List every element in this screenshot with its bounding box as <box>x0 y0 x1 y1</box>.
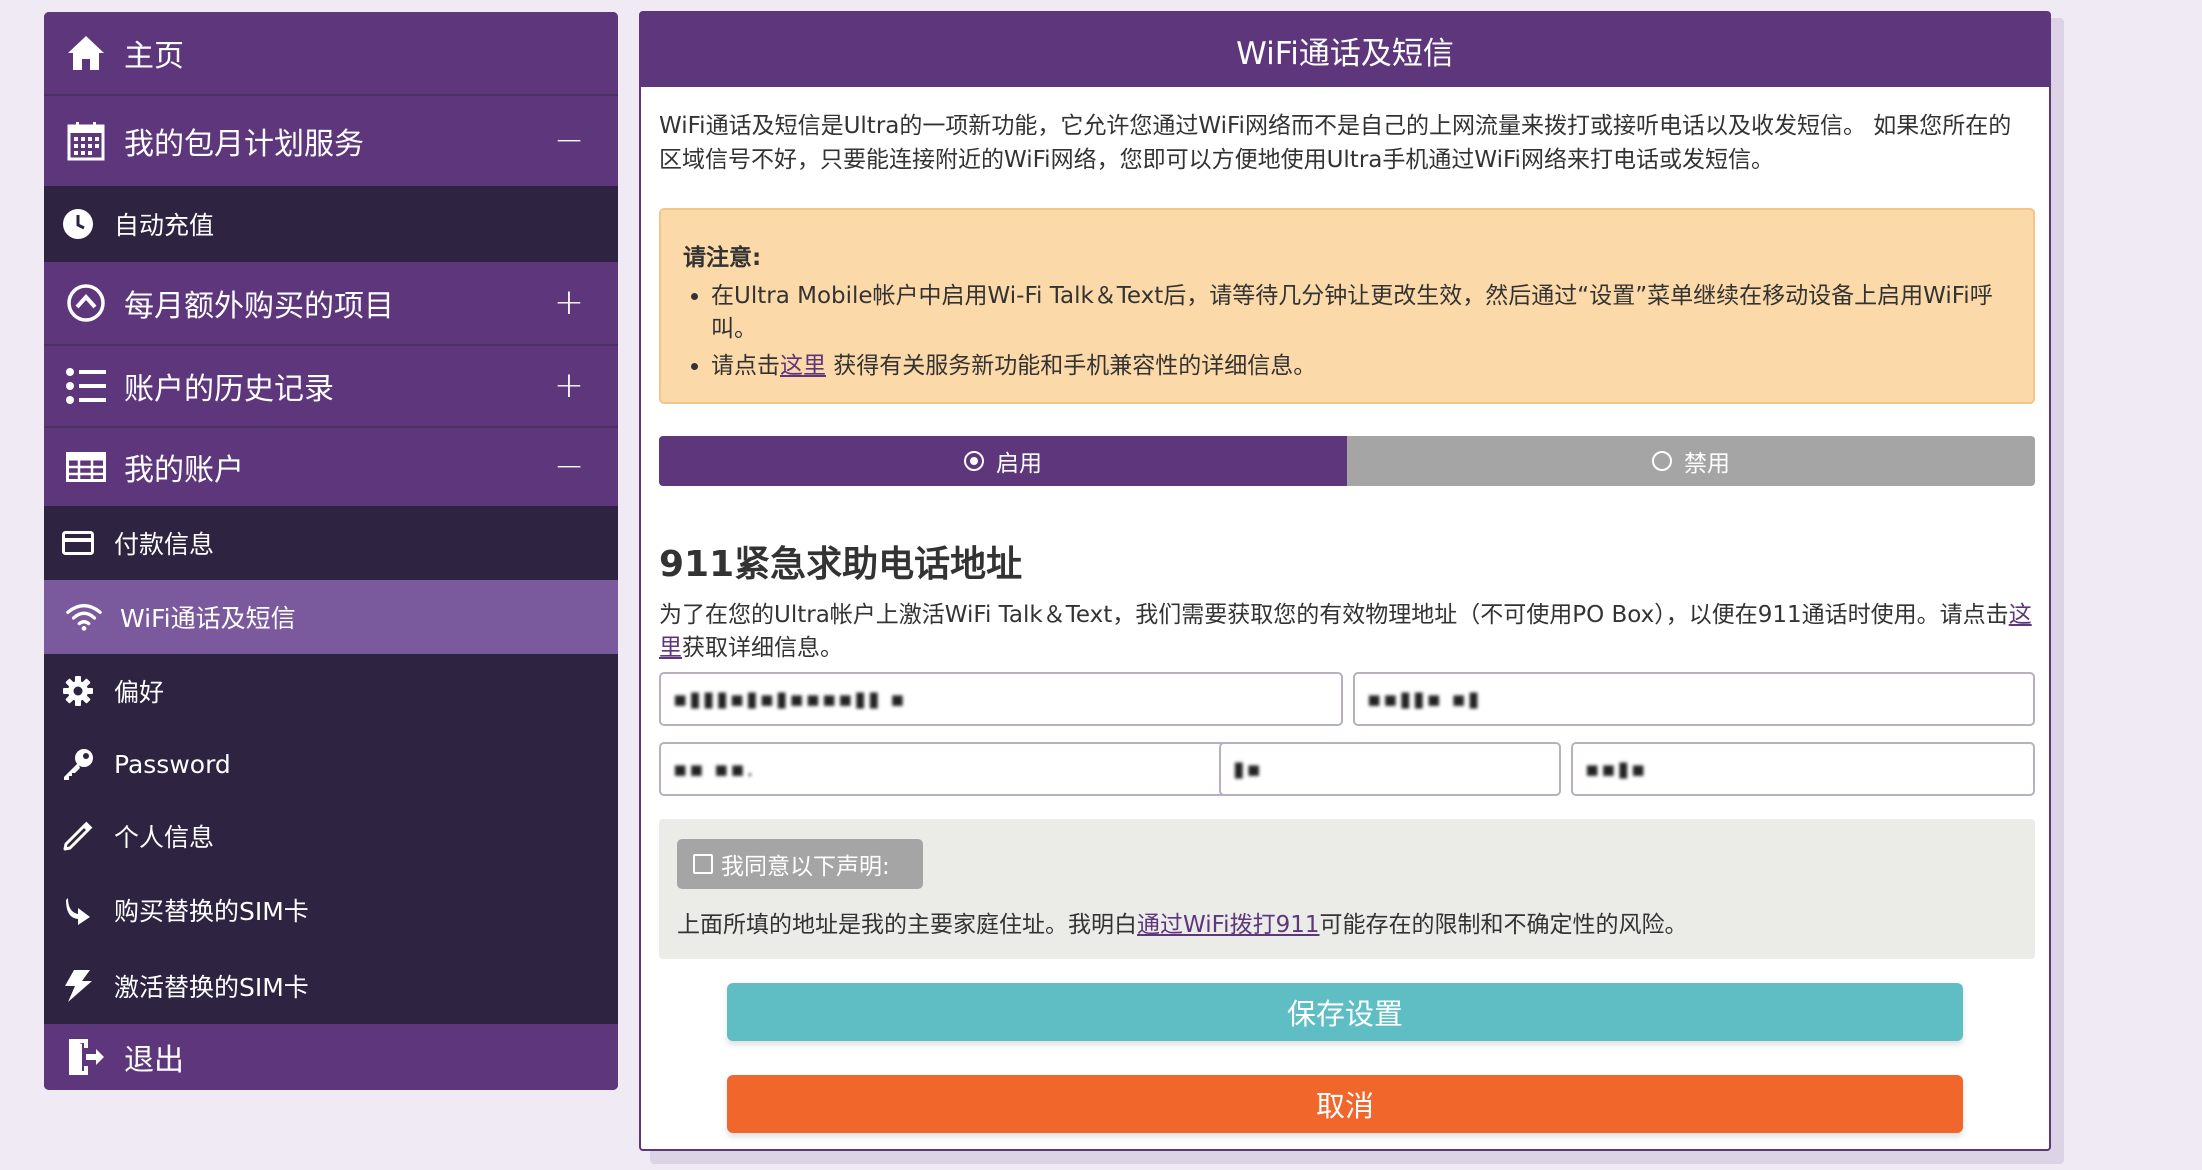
expand-toggle[interactable]: + <box>554 285 584 321</box>
notice-bullet-text: 在Ultra Mobile帐户中启用Wi-Fi Talk＆Text后，请等待几分… <box>711 283 1993 342</box>
wifi-icon <box>66 599 102 635</box>
e911-description: 为了在您的Ultra帐户上激活WiFi Talk＆Text，我们需要获取您的有效… <box>659 599 2039 665</box>
state-value: ▮▪ <box>1233 757 1263 781</box>
enable-label: 启用 <box>996 451 1042 477</box>
panel-title: WiFi通话及短信 <box>641 13 2049 87</box>
city-input[interactable]: ▪▪ ▪▪. <box>659 742 1233 796</box>
sidebar-item-label: 付款信息 <box>114 530 215 559</box>
calendar-icon <box>64 119 108 163</box>
agreement-text-part: 可能存在的限制和不确定性的风险。 <box>1319 912 1688 938</box>
sidebar-item-label: 退出 <box>124 1043 184 1078</box>
sidebar-item-monthly-addons[interactable]: 每月额外购买的项目 + <box>44 262 618 344</box>
sidebar-item-label: 我的包月计划服务 <box>124 127 364 162</box>
notice-bullet-text: 请点击 <box>711 353 780 379</box>
details-link[interactable]: 这里 <box>780 353 826 379</box>
sidebar-item-preferences[interactable]: 偏好 <box>44 654 618 728</box>
sidebar-item-logout[interactable]: 退出 <box>44 1024 618 1090</box>
clock-icon <box>60 206 96 242</box>
intro-text: WiFi通话及短信是Ultra的一项新功能，它允许您通过WiFi网络而不是自己的… <box>659 113 2012 173</box>
sidebar-item-my-account[interactable]: 我的账户 − <box>44 428 618 506</box>
sidebar-item-home[interactable]: 主页 <box>44 12 618 94</box>
sidebar-item-label: 自动充值 <box>114 211 215 240</box>
notice-title: 请注意: <box>683 245 762 271</box>
list-icon <box>64 364 108 408</box>
bolt-icon <box>60 968 96 1004</box>
sidebar-item-label: 主页 <box>124 39 184 74</box>
sign-out-icon <box>64 1035 108 1079</box>
sidebar-item-password[interactable]: Password <box>44 728 618 800</box>
notice-bullet: 请点击这里 获得有关服务新功能和手机兼容性的详细信息。 <box>711 350 2021 383</box>
sidebar-item-activate-sim[interactable]: 激活替换的SIM卡 <box>44 948 618 1024</box>
save-button[interactable]: 保存设置 <box>727 983 1963 1041</box>
agreement-box: 我同意以下声明: 上面所填的地址是我的主要家庭住址。我明白通过WiFi拨打911… <box>659 819 2035 959</box>
sidebar-item-payment-info[interactable]: 付款信息 <box>44 506 618 580</box>
sidebar-item-account-history[interactable]: 账户的历史记录 + <box>44 346 618 426</box>
sidebar-item-label: 每月额外购买的项目 <box>124 289 394 324</box>
notice-bullet: 在Ultra Mobile帐户中启用Wi-Fi Talk＆Text后，请等待几分… <box>711 280 2021 346</box>
checkbox-icon <box>693 854 713 874</box>
gear-icon <box>60 673 96 709</box>
address-line2-value: ▪▪▮▮▪ ▪▮ <box>1367 687 1482 711</box>
collapse-toggle[interactable]: − <box>554 449 584 485</box>
e911-description-text: 为了在您的Ultra帐户上激活WiFi Talk＆Text，我们需要获取您的有效… <box>659 602 2009 628</box>
address-line2-input[interactable]: ▪▪▮▮▪ ▪▮ <box>1353 672 2035 726</box>
sidebar-item-monthly-plan[interactable]: 我的包月计划服务 − <box>44 96 618 186</box>
sidebar-item-buy-sim[interactable]: 购买替换的SIM卡 <box>44 872 618 948</box>
city-value: ▪▪ ▪▪. <box>673 757 756 781</box>
key-icon <box>60 746 96 782</box>
notice-bullet-text: 获得有关服务新功能和手机兼容性的详细信息。 <box>826 353 1317 379</box>
e911-heading: 911紧急求助电话地址 <box>659 544 1023 585</box>
chevron-up-circle-icon <box>64 281 108 325</box>
agree-checkbox-label: 我同意以下声明: <box>721 854 890 880</box>
agreement-text-part: 上面所填的地址是我的主要家庭住址。我明白 <box>677 912 1137 938</box>
notice-box: 请注意: 在Ultra Mobile帐户中启用Wi-Fi Talk＆Text后，… <box>659 208 2035 404</box>
disable-option[interactable]: 禁用 <box>1347 436 2035 486</box>
sidebar-item-label: 我的账户 <box>124 453 244 488</box>
sidebar-item-label: 购买替换的SIM卡 <box>114 897 309 926</box>
sidebar-item-auto-recharge[interactable]: 自动充值 <box>44 186 618 262</box>
sidebar-item-label: WiFi通话及短信 <box>120 604 296 633</box>
wifi-calling-panel: WiFi通话及短信 WiFi通话及短信是Ultra的一项新功能，它允许您通过Wi… <box>639 11 2051 1151</box>
expand-toggle[interactable]: + <box>554 368 584 404</box>
e911-description-text: 获取详细信息。 <box>682 635 843 661</box>
address-line1-value: ▪▮▮▮▪▮▪▮▪▪▪▪▮▮ ▪ <box>673 687 907 711</box>
sidebar-item-label: 偏好 <box>114 678 165 707</box>
collapse-toggle[interactable]: − <box>554 123 584 159</box>
agree-checkbox[interactable]: 我同意以下声明: <box>677 839 923 889</box>
notice-list: 在Ultra Mobile帐户中启用Wi-Fi Talk＆Text后，请等待几分… <box>683 280 2021 387</box>
zip-input[interactable]: ▪▪▮▪ <box>1571 742 2035 796</box>
sidebar-item-label: 账户的历史记录 <box>124 372 334 407</box>
zip-value: ▪▪▮▪ <box>1585 757 1648 781</box>
home-icon <box>64 31 108 75</box>
wifi-911-link[interactable]: 通过WiFi拨打911 <box>1137 912 1319 938</box>
pencil-icon <box>60 818 96 854</box>
address-line1-input[interactable]: ▪▮▮▮▪▮▪▮▪▪▪▪▮▮ ▪ <box>659 672 1343 726</box>
disable-label: 禁用 <box>1684 451 1730 477</box>
cancel-button[interactable]: 取消 <box>727 1075 1963 1133</box>
radio-selected-icon <box>964 451 984 471</box>
sidebar-item-label: Password <box>114 749 231 779</box>
sidebar-nav: 主页 我的包月计划服务 − 自动充值 每月额外购买的项目 + 账户的历史记录 + <box>44 12 618 1090</box>
agreement-text: 上面所填的地址是我的主要家庭住址。我明白通过WiFi拨打911可能存在的限制和不… <box>677 905 1687 939</box>
sidebar-item-wifi-calling[interactable]: WiFi通话及短信 <box>44 580 618 654</box>
credit-card-icon <box>60 525 96 561</box>
table-icon <box>64 445 108 489</box>
sidebar-item-label: 激活替换的SIM卡 <box>114 973 309 1002</box>
redirect-icon <box>60 892 96 928</box>
wifi-calling-toggle: 启用 禁用 <box>659 436 2035 486</box>
radio-unselected-icon <box>1652 451 1672 471</box>
sidebar-item-label: 个人信息 <box>114 823 215 852</box>
state-input[interactable]: ▮▪ <box>1219 742 1561 796</box>
enable-option[interactable]: 启用 <box>659 436 1347 486</box>
sidebar-item-personal-info[interactable]: 个人信息 <box>44 800 618 872</box>
